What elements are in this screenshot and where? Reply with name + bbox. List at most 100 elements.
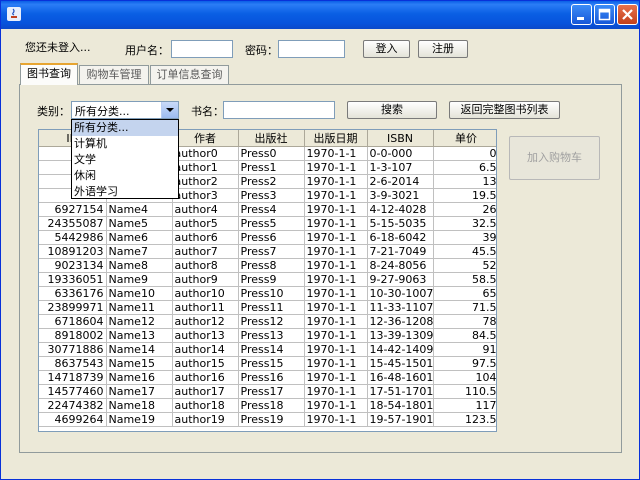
title-bar[interactable] <box>1 1 639 29</box>
table-cell: 1970-1-1 <box>304 398 368 413</box>
table-cell: author0 <box>172 146 239 161</box>
table-cell: 1970-1-1 <box>304 342 368 357</box>
app-window: 您还未登入... 用户名： 密码： 登入 注册 图书查询 购物车管理 订单信息查… <box>0 0 640 480</box>
table-cell: 10891203 <box>39 244 107 259</box>
table-cell: author18 <box>172 398 239 413</box>
table-cell: 6.5 <box>433 160 496 175</box>
table-cell: 19-57-190133 <box>367 412 434 427</box>
table-cell: 8637543 <box>39 356 107 371</box>
username-input[interactable] <box>171 40 233 58</box>
maximize-icon <box>598 8 611 21</box>
table-cell: 1970-1-1 <box>304 272 368 287</box>
dropdown-option[interactable]: 文学 <box>72 152 178 168</box>
table-row[interactable]: 14577460 Name17 author17 Press17 1970-1-1 17-… <box>39 384 496 399</box>
table-cell: 1970-1-1 <box>304 160 368 175</box>
table-row[interactable]: 19336051 Name9 author9 Press9 1970-1-1 9-27-9… <box>39 272 496 287</box>
table-cell: 18-54-180126 <box>367 398 434 413</box>
add-to-cart-button[interactable]: 加入购物车 <box>509 136 600 180</box>
table-row[interactable]: 5442986 Name6 author6 Press6 1970-1-1 6-18-60… <box>39 230 496 245</box>
tab-order-query[interactable]: 订单信息查询 <box>150 65 229 84</box>
table-cell: author2 <box>172 174 239 189</box>
table-cell: Name10 <box>106 286 173 301</box>
table-cell: 0 <box>433 146 496 161</box>
table-row[interactable]: 6927154 Name4 author4 Press4 1970-1-1 4-12-40… <box>39 202 496 217</box>
table-cell: 2-6-2014 <box>367 174 434 189</box>
login-button[interactable]: 登入 <box>363 40 410 58</box>
search-button[interactable]: 搜索 <box>347 101 437 119</box>
table-row[interactable]: 24355087 Name5 author5 Press5 1970-1-1 5-15-5… <box>39 216 496 231</box>
table-cell: Press11 <box>238 300 305 315</box>
dropdown-option[interactable]: 外语学习 <box>72 184 178 200</box>
table-cell: 7-21-7049 <box>367 244 434 259</box>
table-cell: 26 <box>433 202 496 217</box>
table-cell: 78 <box>433 314 496 329</box>
table-row[interactable]: 8637543 Name15 author15 Press15 1970-1-1 15-4… <box>39 356 496 371</box>
table-row[interactable]: 30771886 Name14 author14 Press14 1970-1-1 14-… <box>39 342 496 357</box>
table-row[interactable]: 6336176 Name10 author10 Press10 1970-1-1 10-3… <box>39 286 496 301</box>
column-header[interactable]: 出版日期 <box>304 130 368 147</box>
table-cell: 32.5 <box>433 216 496 231</box>
table-cell: 1970-1-1 <box>304 230 368 245</box>
combo-arrow-button[interactable] <box>161 102 178 118</box>
table-cell: 0-0-000 <box>367 146 434 161</box>
table-row[interactable]: 14718739 Name16 author16 Press16 1970-1-1 16-… <box>39 370 496 385</box>
dropdown-option[interactable]: 所有分类... <box>72 120 178 136</box>
category-select[interactable]: 所有分类... <box>71 101 179 119</box>
chevron-down-icon <box>166 108 174 112</box>
table-cell: 97.5 <box>433 356 496 371</box>
table-cell: Press13 <box>238 328 305 343</box>
table-row[interactable]: 10891203 Name7 author7 Press7 1970-1-1 7-21-7… <box>39 244 496 259</box>
table-cell: 24355087 <box>39 216 107 231</box>
table-cell: author6 <box>172 230 239 245</box>
table-row[interactable]: 23899971 Name11 author11 Press11 1970-1-1 11-… <box>39 300 496 315</box>
table-cell: author3 <box>172 188 239 203</box>
table-row[interactable]: 9023134 Name8 author8 Press8 1970-1-1 8-24-80… <box>39 258 496 273</box>
category-dropdown-list: 所有分类... 计算机 文学 休闲 外语学习 <box>71 119 179 199</box>
table-cell: Press1 <box>238 160 305 175</box>
column-header[interactable]: 单价 <box>433 130 496 147</box>
tab-book-search[interactable]: 图书查询 <box>20 63 78 85</box>
table-cell: Press17 <box>238 384 305 399</box>
table-cell: author9 <box>172 272 239 287</box>
maximize-button[interactable] <box>594 4 615 25</box>
table-row[interactable]: 8918002 Name13 author13 Press13 1970-1-1 13-3… <box>39 328 496 343</box>
table-cell: 1970-1-1 <box>304 328 368 343</box>
password-input[interactable] <box>278 40 345 58</box>
table-cell: Name18 <box>106 398 173 413</box>
column-header[interactable]: ISBN <box>367 130 434 147</box>
close-icon <box>622 9 633 20</box>
table-cell: 8918002 <box>39 328 107 343</box>
table-cell: 65 <box>433 286 496 301</box>
column-header[interactable]: 出版社 <box>238 130 305 147</box>
table-cell: Press4 <box>238 202 305 217</box>
minimize-button[interactable] <box>571 4 592 25</box>
table-row[interactable]: 6718604 Name12 author12 Press12 1970-1-1 12-3… <box>39 314 496 329</box>
table-cell: Press5 <box>238 216 305 231</box>
dropdown-option[interactable]: 休闲 <box>72 168 178 184</box>
table-cell: 8-24-8056 <box>367 258 434 273</box>
table-cell: Press2 <box>238 174 305 189</box>
dropdown-option[interactable]: 计算机 <box>72 136 178 152</box>
table-cell: Name13 <box>106 328 173 343</box>
table-cell: 1970-1-1 <box>304 356 368 371</box>
table-cell: Press18 <box>238 398 305 413</box>
table-cell: 6-18-6042 <box>367 230 434 245</box>
return-full-list-button[interactable]: 返回完整图书列表 <box>449 101 560 119</box>
column-header[interactable]: 作者 <box>172 130 239 147</box>
table-row[interactable]: 4699264 Name19 author19 Press19 1970-1-1 19-5… <box>39 412 496 427</box>
table-row[interactable]: 22474382 Name18 author18 Press18 1970-1-1 18-… <box>39 398 496 413</box>
table-cell: 6927154 <box>39 202 107 217</box>
close-button[interactable] <box>617 4 638 25</box>
table-cell: 15-45-150105 <box>367 356 434 371</box>
table-cell: 1970-1-1 <box>304 412 368 427</box>
register-button[interactable]: 注册 <box>418 40 468 58</box>
table-cell: author16 <box>172 370 239 385</box>
book-title-input[interactable] <box>223 101 335 119</box>
username-label: 用户名： <box>125 44 169 57</box>
table-cell: 1970-1-1 <box>304 216 368 231</box>
table-cell: 3-9-3021 <box>367 188 434 203</box>
table-cell: 4-12-4028 <box>367 202 434 217</box>
table-cell: 17-51-170119 <box>367 384 434 399</box>
java-cup-icon <box>7 7 21 21</box>
tab-cart-management[interactable]: 购物车管理 <box>79 65 149 84</box>
